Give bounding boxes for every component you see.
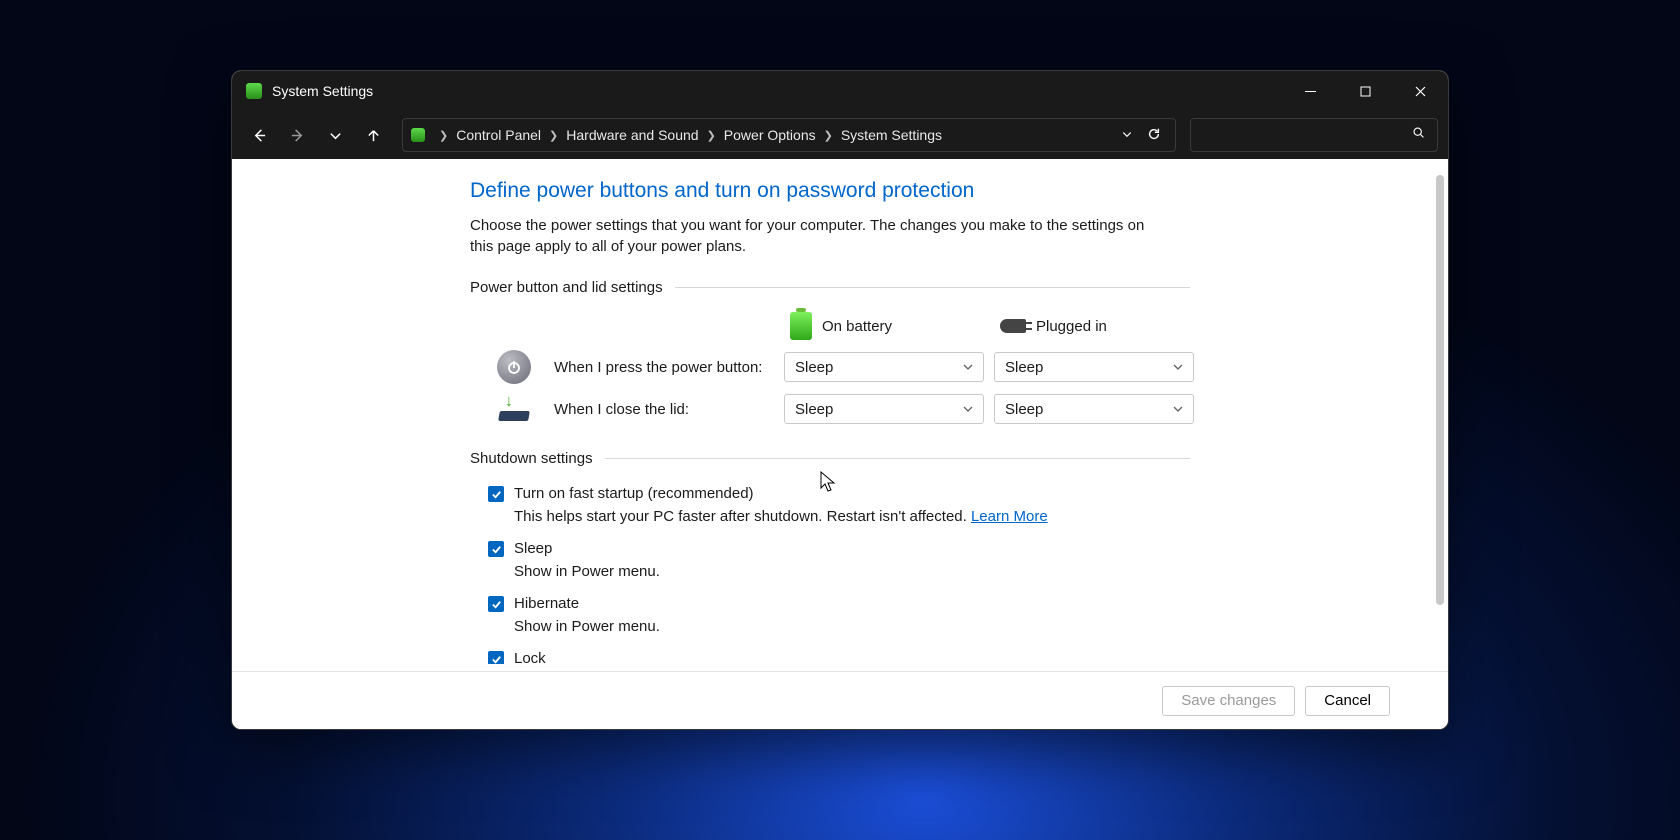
divider — [605, 458, 1190, 459]
dropdown-value: Sleep — [795, 359, 833, 376]
location-icon — [411, 128, 425, 142]
search-box[interactable] — [1190, 118, 1438, 152]
back-button[interactable] — [242, 118, 276, 152]
forward-button[interactable] — [280, 118, 314, 152]
chevron-down-icon — [963, 404, 973, 414]
address-dropdown-button[interactable] — [1121, 127, 1133, 144]
cancel-button[interactable]: Cancel — [1305, 686, 1390, 716]
address-bar[interactable]: ❯ Control Panel ❯ Hardware and Sound ❯ P… — [402, 118, 1176, 152]
close-lid-battery-dropdown[interactable]: Sleep — [784, 394, 984, 424]
learn-more-link[interactable]: Learn More — [971, 508, 1048, 525]
row-label-power-button: When I press the power button: — [554, 359, 774, 376]
option-description: This helps start your PC faster after sh… — [514, 508, 971, 525]
chevron-right-icon: ❯ — [439, 129, 448, 142]
toolbar: ❯ Control Panel ❯ Hardware and Sound ❯ P… — [232, 111, 1448, 159]
dropdown-value: Sleep — [1005, 359, 1043, 376]
chevron-down-icon — [1173, 404, 1183, 414]
checkbox-lock[interactable] — [488, 651, 504, 664]
refresh-button[interactable] — [1147, 127, 1161, 144]
power-button-battery-dropdown[interactable]: Sleep — [784, 352, 984, 382]
footer: Save changes Cancel — [232, 671, 1448, 729]
dropdown-value: Sleep — [1005, 401, 1043, 418]
section-label-text: Shutdown settings — [470, 450, 593, 467]
option-lock: Lock — [488, 648, 1190, 664]
option-sleep: Sleep Show in Power menu. — [488, 538, 1190, 583]
minimize-button[interactable] — [1283, 71, 1338, 111]
divider — [675, 287, 1190, 288]
lid-icon: ↓ — [497, 397, 531, 421]
checkbox-hibernate[interactable] — [488, 596, 504, 612]
app-icon — [246, 83, 262, 99]
power-button-plugged-dropdown[interactable]: Sleep — [994, 352, 1194, 382]
option-description: Show in Power menu. — [514, 616, 660, 639]
chevron-right-icon: ❯ — [707, 129, 716, 142]
maximize-button[interactable] — [1338, 71, 1393, 111]
up-button[interactable] — [356, 118, 390, 152]
option-label: Lock — [514, 650, 546, 664]
scrollbar[interactable] — [1436, 175, 1444, 605]
option-hibernate: Hibernate Show in Power menu. — [488, 593, 1190, 638]
breadcrumb-item[interactable]: System Settings — [841, 127, 942, 143]
column-label: Plugged in — [1036, 318, 1107, 335]
chevron-right-icon: ❯ — [549, 129, 558, 142]
window-title: System Settings — [272, 83, 373, 99]
column-on-battery: On battery — [784, 312, 984, 340]
checkbox-fast-startup[interactable] — [488, 486, 504, 502]
option-description: Show in Power menu. — [514, 561, 660, 584]
page-heading: Define power buttons and turn on passwor… — [470, 179, 1190, 203]
breadcrumb-item[interactable]: Hardware and Sound — [566, 127, 698, 143]
section-label-text: Power button and lid settings — [470, 279, 663, 296]
dropdown-value: Sleep — [795, 401, 833, 418]
chevron-down-icon — [963, 362, 973, 372]
option-label: Sleep — [514, 540, 552, 557]
content-scroll: Define power buttons and turn on passwor… — [232, 159, 1448, 671]
plug-icon — [1000, 319, 1026, 333]
close-button[interactable] — [1393, 71, 1448, 111]
option-label: Turn on fast startup (recommended) — [514, 485, 754, 502]
titlebar: System Settings — [232, 71, 1448, 111]
option-label: Hibernate — [514, 595, 579, 612]
close-lid-plugged-dropdown[interactable]: Sleep — [994, 394, 1194, 424]
option-fast-startup: Turn on fast startup (recommended) This … — [488, 483, 1190, 528]
checkbox-sleep[interactable] — [488, 541, 504, 557]
power-button-icon — [497, 350, 531, 384]
search-icon — [1412, 126, 1425, 144]
chevron-down-icon — [1173, 362, 1183, 372]
history-dropdown-button[interactable] — [318, 118, 352, 152]
section-power-button-lid: Power button and lid settings — [470, 279, 1190, 296]
save-changes-button[interactable]: Save changes — [1162, 686, 1295, 716]
control-panel-window: System Settings ❯ — [231, 70, 1449, 730]
column-label: On battery — [822, 318, 892, 335]
chevron-right-icon: ❯ — [824, 129, 833, 142]
breadcrumb-item[interactable]: Power Options — [724, 127, 816, 143]
battery-icon — [790, 312, 812, 340]
content-area: Define power buttons and turn on passwor… — [232, 159, 1448, 671]
window-controls — [1283, 71, 1448, 111]
power-settings-grid: On battery Plugged in When I press the p… — [484, 312, 1190, 424]
section-shutdown-settings: Shutdown settings — [470, 450, 1190, 467]
breadcrumb-item[interactable]: Control Panel — [456, 127, 541, 143]
page-description: Choose the power settings that you want … — [470, 215, 1170, 257]
row-label-close-lid: When I close the lid: — [554, 401, 774, 418]
column-plugged-in: Plugged in — [994, 318, 1194, 335]
